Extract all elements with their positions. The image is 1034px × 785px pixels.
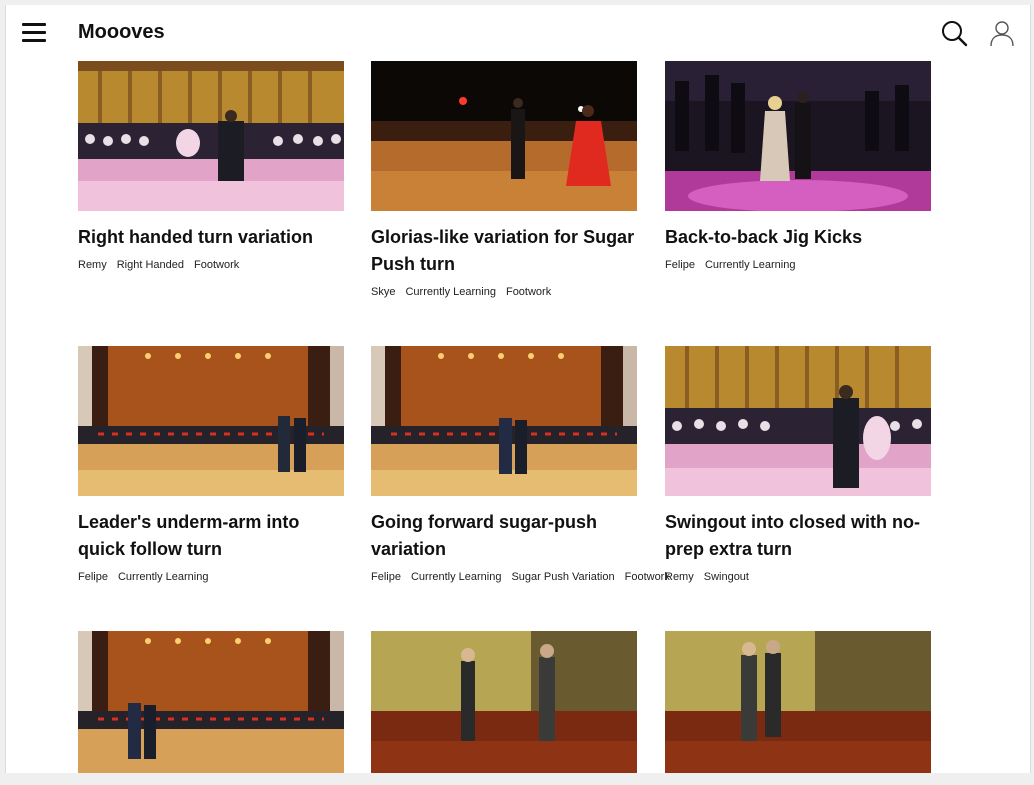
tag-dancer[interactable]: Felipe [78, 571, 108, 583]
video-thumbnail[interactable] [78, 631, 344, 773]
video-card[interactable] [371, 631, 637, 773]
tag-category[interactable]: Footwork [506, 286, 551, 298]
tag-list: Felipe Currently Learning [665, 253, 931, 277]
tag-list: Remy Right Handed Footwork [78, 253, 344, 277]
tag-category[interactable]: Sugar Push Variation [511, 571, 614, 583]
tag-dancer[interactable]: Remy [78, 259, 107, 271]
video-title[interactable]: Leader's underm-arm into quick follow tu… [78, 509, 344, 563]
tag-list: Felipe Currently Learning [78, 565, 344, 589]
video-card[interactable]: Right handed turn variation Remy Right Ha… [78, 61, 344, 277]
tag-category[interactable]: Currently Learning [118, 571, 209, 583]
video-thumbnail[interactable] [78, 61, 344, 211]
video-card[interactable] [665, 631, 931, 773]
tag-category[interactable]: Footwork [625, 571, 670, 583]
tag-category[interactable]: Currently Learning [411, 571, 502, 583]
tag-list: Skye Currently Learning Footwork [371, 280, 637, 304]
video-title[interactable]: Glorias-like variation for Sugar Push tu… [371, 224, 637, 278]
search-icon[interactable] [940, 19, 968, 47]
tag-list: Felipe Currently Learning Sugar Push Varia… [371, 565, 670, 589]
tag-category[interactable]: Currently Learning [405, 286, 496, 298]
app-title: Moooves [78, 21, 165, 43]
tag-category[interactable]: Swingout [704, 571, 749, 583]
video-title[interactable]: Right handed turn variation [78, 224, 344, 251]
video-card[interactable]: Back-to-back Jig Kicks Felipe Currently L… [665, 61, 931, 277]
tag-dancer[interactable]: Skye [371, 286, 395, 298]
tag-list: Remy Swingout [665, 565, 931, 589]
video-thumbnail[interactable] [371, 61, 637, 211]
video-card[interactable]: Swingout into closed with no-prep extra … [665, 346, 931, 589]
tag-dancer[interactable]: Remy [665, 571, 694, 583]
user-icon[interactable] [988, 19, 1016, 47]
tag-category[interactable]: Right Handed [117, 259, 184, 271]
video-card[interactable] [78, 631, 344, 773]
video-thumbnail[interactable] [78, 346, 344, 496]
tag-dancer[interactable]: Felipe [371, 571, 401, 583]
video-title[interactable]: Swingout into closed with no-prep extra … [665, 509, 931, 563]
hamburger-menu-icon[interactable] [22, 23, 46, 43]
video-title[interactable]: Going forward sugar-push variation [371, 509, 637, 563]
top-app-bar: Moooves [6, 5, 1030, 61]
video-title[interactable]: Back-to-back Jig Kicks [665, 224, 931, 251]
tag-category[interactable]: Footwork [194, 259, 239, 271]
tag-dancer[interactable]: Felipe [665, 259, 695, 271]
app-window: Moooves Right handed turn variation Remy… [5, 5, 1031, 773]
video-card[interactable]: Going forward sugar-push variation Felip… [371, 346, 670, 589]
video-card[interactable]: Leader's underm-arm into quick follow tu… [78, 346, 344, 589]
video-card[interactable]: Glorias-like variation for Sugar Push tu… [371, 61, 637, 304]
video-thumbnail[interactable] [371, 346, 637, 496]
tag-category[interactable]: Currently Learning [705, 259, 796, 271]
video-thumbnail[interactable] [665, 631, 931, 773]
video-thumbnail[interactable] [371, 631, 637, 773]
video-thumbnail[interactable] [665, 61, 931, 211]
video-thumbnail[interactable] [665, 346, 931, 496]
